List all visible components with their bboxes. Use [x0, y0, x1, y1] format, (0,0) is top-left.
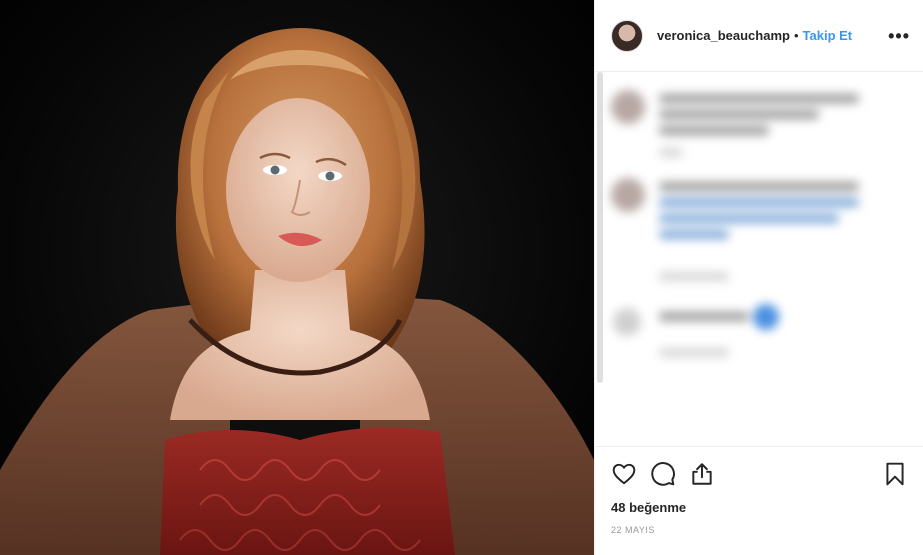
share-upload-icon[interactable] [689, 461, 715, 487]
follow-button[interactable]: Takip Et [803, 28, 853, 43]
bookmark-outline-icon[interactable] [882, 461, 908, 487]
post-header: veronica_beauchamp • Takip Et ••• [595, 0, 923, 72]
username-link[interactable]: veronica_beauchamp [657, 28, 790, 43]
post-side-panel: veronica_beauchamp • Takip Et ••• 48 beğ… [594, 0, 923, 555]
more-options-icon[interactable]: ••• [888, 26, 910, 47]
portrait-image [0, 28, 594, 555]
post-date[interactable]: 22 MAYIS [611, 525, 908, 535]
post-photo[interactable] [0, 0, 594, 555]
heart-outline-icon[interactable] [611, 461, 637, 487]
avatar[interactable] [611, 19, 643, 52]
likes-count[interactable]: 48 beğenme [611, 500, 908, 515]
comments-list[interactable] [595, 72, 923, 446]
speech-bubble-icon[interactable] [650, 461, 676, 487]
post-actions: 48 beğenme 22 MAYIS [595, 446, 923, 555]
action-icons [611, 455, 908, 495]
blurred-comments [595, 72, 923, 446]
instagram-post: veronica_beauchamp • Takip Et ••• 48 beğ… [0, 0, 923, 555]
separator-dot: • [793, 28, 799, 43]
